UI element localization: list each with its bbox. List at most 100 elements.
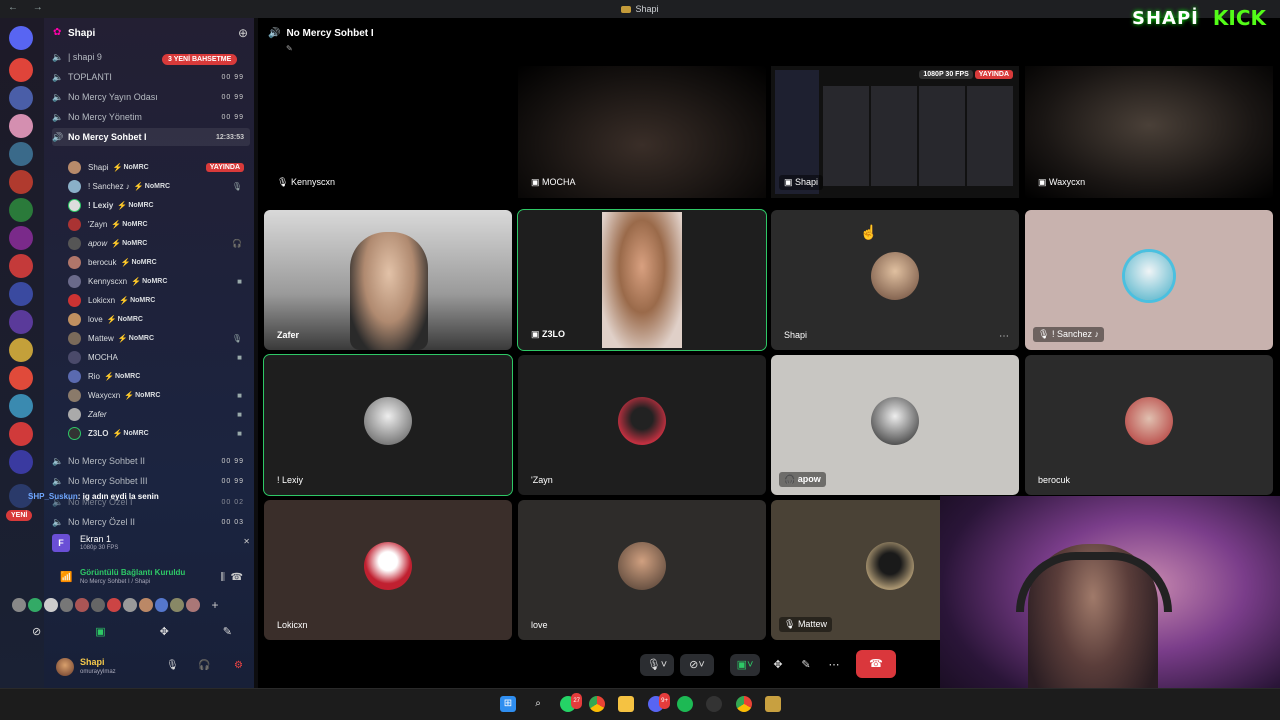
screen-share-panel[interactable]: F Ekran 1 1080p 30 FPS ✕ [10, 534, 260, 556]
avatar[interactable] [56, 658, 74, 676]
edit-icon[interactable]: ✎ [286, 44, 293, 53]
avatar[interactable] [91, 598, 106, 612]
server-icon[interactable] [9, 450, 33, 474]
more-options-icon[interactable]: ⋯ [999, 331, 1009, 342]
server-icon[interactable] [9, 198, 33, 222]
server-icon[interactable] [9, 114, 33, 138]
stop-share-icon[interactable]: ✕ [243, 537, 250, 546]
stream-tile[interactable]: 1080P 30 FPS YAYINDA ▣ Shapi [771, 66, 1019, 198]
server-icon[interactable] [9, 254, 33, 278]
server-icon[interactable] [9, 170, 33, 194]
add-member-icon[interactable]: ⊕ [238, 26, 248, 40]
video-tile[interactable]: 🎙 Kennyscxn [264, 66, 512, 198]
member-row[interactable]: Mattew ⚡ NoMRC 🎙 [68, 329, 250, 348]
camera-toggle-icon[interactable]: ⊘˅ [680, 654, 714, 676]
soundboard-icon[interactable]: ✎ [796, 654, 816, 676]
avatar-tile[interactable]: 'Zayn [518, 355, 766, 495]
camera-off-icon[interactable]: ⊘ [32, 625, 41, 641]
mic-toggle-icon[interactable]: 🎙˅ [640, 654, 674, 676]
soundboard-icon[interactable]: ⫼ [220, 572, 225, 583]
add-icon[interactable]: + [208, 598, 222, 612]
channel-ozel-2[interactable]: 🔈 No Mercy Özel II 00 03 [52, 513, 250, 531]
server-header[interactable]: ✿ Shapi ⊕ [44, 24, 254, 44]
member-row[interactable]: 'Zayn ⚡ NoMRC [68, 215, 250, 234]
discord-icon[interactable]: 9+ [648, 693, 670, 712]
channel-sohbet-1[interactable]: 🔊 No Mercy Sohbet I 12:33:53 [52, 128, 250, 146]
activities-icon[interactable]: ✥ [768, 654, 788, 676]
avatar-tile[interactable]: Shapi ⋯ [771, 210, 1019, 350]
video-tile-speaking[interactable]: ▣ Z3LO [517, 209, 767, 351]
settings-icon[interactable]: ⚙ [234, 660, 243, 671]
member-row[interactable]: apow ⚡ NoMRC 🎧 [68, 234, 250, 253]
whatsapp-icon[interactable]: 27 [560, 693, 582, 712]
member-row[interactable]: ! Lexiy ⚡ NoMRC [68, 196, 250, 215]
screen-share-icon[interactable]: ▣ [95, 625, 105, 641]
channel-yayin-odasi[interactable]: 🔈 No Mercy Yayın Odası 00 99 [52, 88, 250, 106]
avatar[interactable] [138, 598, 153, 612]
start-icon[interactable]: ⊞ [500, 696, 516, 712]
soundboard-icon[interactable]: ✎ [223, 625, 232, 641]
avatar-tile[interactable]: 🎧 apow [771, 355, 1019, 495]
more-icon[interactable]: ⋯ [824, 654, 844, 676]
server-icon[interactable] [9, 282, 33, 306]
server-icon[interactable] [9, 310, 33, 334]
chrome-icon[interactable] [589, 696, 605, 712]
avatar[interactable] [12, 598, 26, 612]
member-row[interactable]: Zafer ■ [68, 405, 250, 424]
mic-icon[interactable]: 🎙 [166, 660, 179, 671]
member-row[interactable]: ! Sanchez ♪ ⚡ NoMRC 🎙 [68, 177, 250, 196]
member-row[interactable]: Lokicxn ⚡ NoMRC [68, 291, 250, 310]
avatar[interactable] [170, 598, 185, 612]
spotify-icon[interactable] [677, 696, 693, 712]
member-row[interactable]: Kennyscxn ⚡ NoMRC ■ [68, 272, 250, 291]
avatar-tile[interactable]: Lokicxn [264, 500, 512, 640]
member-row[interactable]: MOCHA ■ [68, 348, 250, 367]
avatar-tile[interactable]: 🎙 ! Sanchez ♪ [1025, 210, 1273, 350]
avatar[interactable] [27, 598, 42, 612]
avatar[interactable] [122, 598, 137, 612]
server-icon[interactable] [9, 142, 33, 166]
new-badge[interactable]: YENİ [6, 510, 33, 521]
headphones-icon[interactable]: 🎧 [198, 660, 210, 671]
member-row[interactable]: Shapi ⚡ NoMRC YAYINDA [68, 158, 250, 177]
avatar[interactable] [154, 598, 169, 612]
server-icon[interactable] [9, 366, 33, 390]
chrome-icon[interactable] [736, 696, 752, 712]
server-icon[interactable] [9, 394, 33, 418]
avatar-tile[interactable]: love [518, 500, 766, 640]
member-row[interactable]: Z3LO ⚡ NoMRC ■ [68, 424, 250, 443]
folder-icon[interactable] [618, 696, 634, 712]
app-icon[interactable] [765, 696, 781, 712]
app-icon[interactable] [706, 696, 722, 712]
member-row[interactable]: love ⚡ NoMRC [68, 310, 250, 329]
server-icon[interactable] [9, 226, 33, 250]
channel-toplanti[interactable]: 🔈 TOPLANTI 00 99 [52, 68, 250, 86]
video-tile[interactable]: ▣ MOCHA [518, 66, 766, 198]
avatar[interactable] [59, 598, 74, 612]
channel-sohbet-2[interactable]: 🔈 No Mercy Sohbet II 00 99 [52, 452, 250, 470]
new-mentions-pill[interactable]: 3 YENİ BAHSETME [162, 54, 238, 65]
search-icon[interactable]: ⌕ [530, 696, 546, 712]
member-row[interactable]: berocuk ⚡ NoMRC [68, 253, 250, 272]
channel-sohbet-3[interactable]: 🔈 No Mercy Sohbet III 00 99 [52, 472, 250, 490]
server-icon-home[interactable] [9, 26, 33, 50]
disconnect-icon[interactable]: ☎ [231, 572, 243, 583]
avatar-tile[interactable]: berocuk [1025, 355, 1273, 495]
avatar[interactable] [107, 598, 121, 612]
channel-yonetim[interactable]: 🔈 No Mercy Yönetim 00 99 [52, 108, 250, 126]
member-row[interactable]: Waxycxn ⚡ NoMRC ■ [68, 386, 250, 405]
video-tile[interactable]: ▣ Waxycxn [1025, 66, 1273, 198]
avatar-tile-speaking[interactable]: ! Lexiy [263, 354, 513, 496]
hang-up-button[interactable]: ☎ [856, 650, 896, 678]
server-icon[interactable] [9, 86, 33, 110]
screen-share-icon[interactable]: ▣˅ [730, 654, 760, 676]
avatar[interactable] [186, 598, 201, 612]
member-row[interactable]: Rio ⚡ NoMRC [68, 367, 250, 386]
avatar[interactable] [43, 598, 58, 612]
server-icon[interactable] [9, 422, 33, 446]
video-tile[interactable]: Zafer [264, 210, 512, 350]
avatar[interactable] [75, 598, 90, 612]
server-icon[interactable] [9, 58, 33, 82]
activities-icon[interactable]: ✥ [160, 625, 169, 641]
server-icon[interactable] [9, 338, 33, 362]
